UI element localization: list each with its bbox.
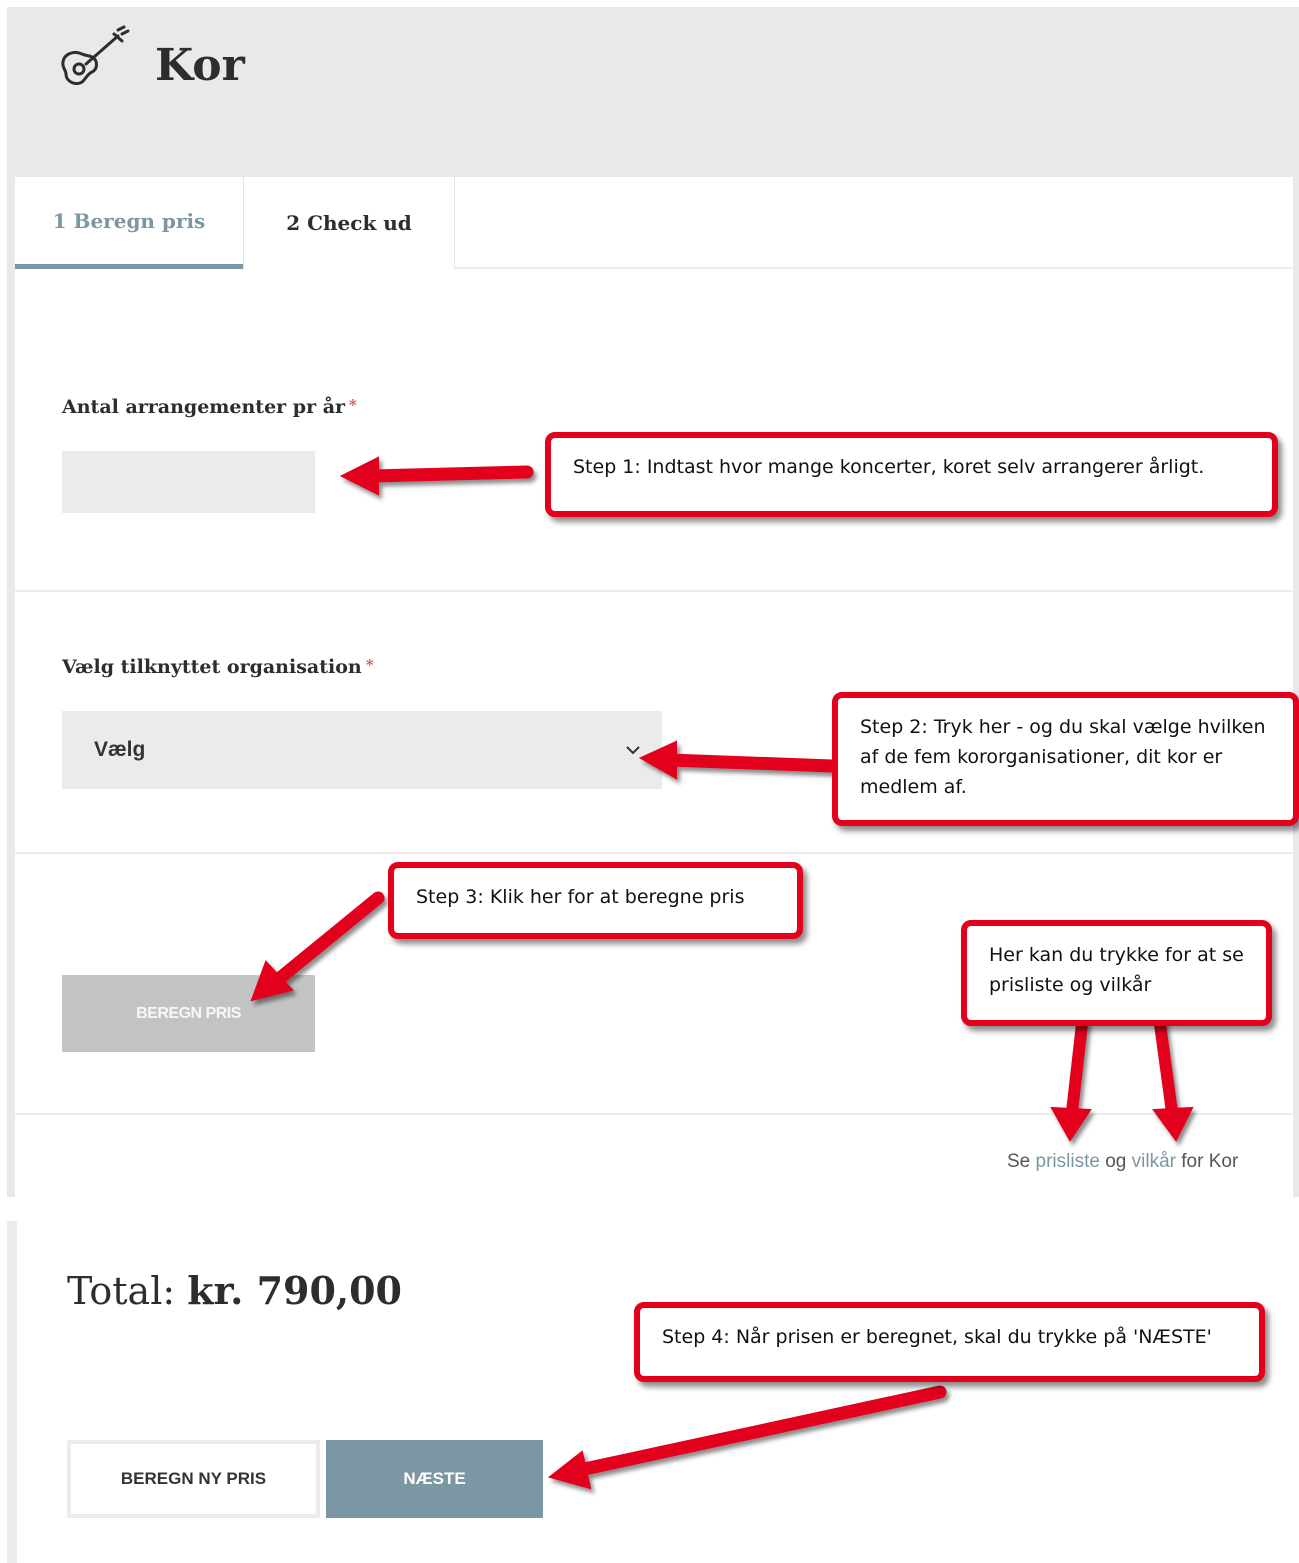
next-button[interactable]: NÆSTE <box>326 1440 543 1518</box>
required-mark: * <box>365 656 374 674</box>
callout-step4-text: Step 4: Når prisen er beregnet, skal du … <box>662 1326 1212 1348</box>
callout-links-hint-text: Her kan du trykke for at se prisliste og… <box>989 944 1244 996</box>
links-and: og <box>1105 1151 1127 1172</box>
guitar-icon <box>61 25 130 86</box>
required-mark: * <box>349 396 357 414</box>
section-divider <box>15 1113 1293 1115</box>
events-label: Antal arrangementer pr år * <box>62 396 357 418</box>
calculate-price-button[interactable]: BEREGN PRIS <box>62 975 315 1052</box>
section-divider <box>15 590 1293 592</box>
organisation-label: Vælg tilknyttet organisation * <box>62 656 374 678</box>
links-suffix: for Kor <box>1181 1151 1239 1172</box>
tab-divider <box>455 267 1293 269</box>
callout-step3-text: Step 3: Klik her for at beregne pris <box>416 886 745 908</box>
events-per-year-input[interactable] <box>62 451 315 513</box>
recalculate-price-button[interactable]: BEREGN NY PRIS <box>67 1440 320 1518</box>
callout-step2: Step 2: Tryk her - og du skal vælge hvil… <box>832 692 1299 826</box>
callout-links-hint: Her kan du trykke for at se prisliste og… <box>961 920 1272 1026</box>
callout-step1: Step 1: Indtast hvor mange koncerter, ko… <box>545 432 1278 517</box>
callout-step2-text: Step 2: Tryk her - og du skal vælge hvil… <box>860 716 1266 798</box>
pricelist-terms-line: Se prisliste og vilkår for Kor <box>1007 1151 1238 1173</box>
page-title: Kor <box>155 40 245 91</box>
chevron-down-icon <box>626 746 640 755</box>
total-value: kr. 790,00 <box>187 1268 403 1313</box>
callout-step4: Step 4: Når prisen er beregnet, skal du … <box>634 1302 1265 1382</box>
callout-step1-text: Step 1: Indtast hvor mange koncerter, ko… <box>573 456 1205 478</box>
events-label-text: Antal arrangementer pr år <box>62 396 346 418</box>
total-label: Total: <box>67 1269 176 1313</box>
links-prefix: Se <box>1007 1151 1031 1172</box>
pricelist-link[interactable]: prisliste <box>1036 1151 1100 1172</box>
tab-calculate-price[interactable]: 1 Beregn pris <box>15 177 243 269</box>
terms-link[interactable]: vilkår <box>1132 1151 1176 1172</box>
callout-step3: Step 3: Klik her for at beregne pris <box>388 862 803 939</box>
section-divider <box>15 852 1293 854</box>
tab-checkout[interactable]: 2 Check ud <box>243 177 455 269</box>
total-price: Total: kr. 790,00 <box>67 1268 402 1313</box>
organisation-selected-value: Vælg <box>94 738 146 761</box>
organisation-select[interactable]: Vælg <box>62 711 662 789</box>
organisation-label-text: Vælg tilknyttet organisation <box>62 656 362 678</box>
